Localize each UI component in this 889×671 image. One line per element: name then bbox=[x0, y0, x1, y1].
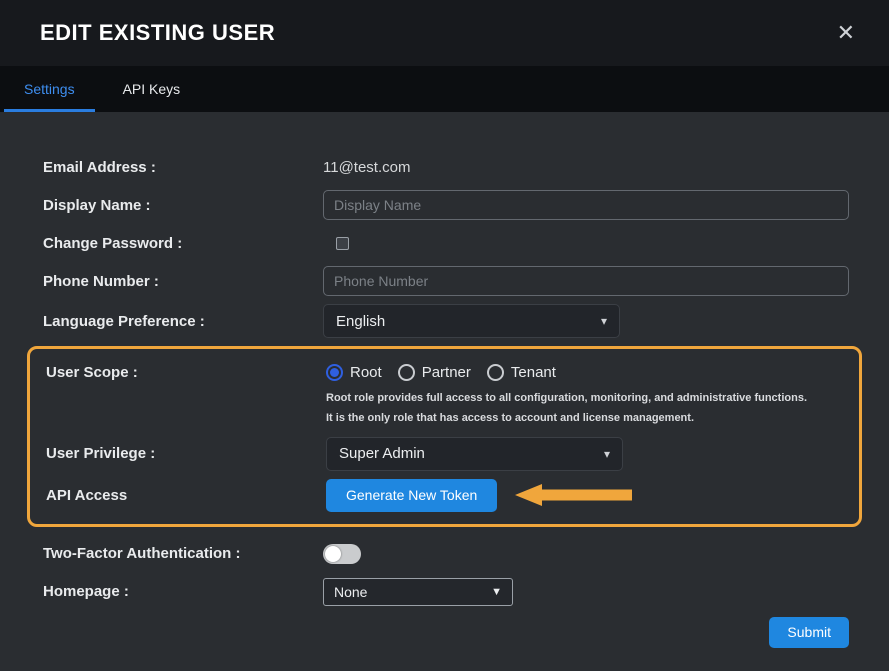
edit-user-modal: EDIT EXISTING USER ✕ Settings API Keys E… bbox=[0, 0, 889, 671]
select-arrow-icon: ▼ bbox=[491, 586, 502, 598]
api-access-label: API Access bbox=[46, 487, 326, 504]
annotation-arrow-icon bbox=[515, 481, 633, 509]
language-label: Language Preference : bbox=[43, 313, 323, 330]
tab-api-keys-label: API Keys bbox=[123, 81, 181, 97]
email-label: Email Address : bbox=[43, 159, 323, 176]
help-line-2: It is the only role that has access to a… bbox=[326, 408, 846, 428]
homepage-label: Homepage : bbox=[43, 583, 323, 600]
radio-icon bbox=[487, 364, 504, 381]
user-scope-row: User Scope : Root Partner Tenant bbox=[46, 359, 846, 385]
two-factor-toggle[interactable] bbox=[323, 544, 361, 564]
user-scope-label: User Scope : bbox=[46, 364, 326, 381]
user-privilege-value: Super Admin bbox=[339, 445, 425, 462]
display-name-input[interactable] bbox=[323, 190, 849, 220]
user-scope-radio-tenant[interactable]: Tenant bbox=[487, 364, 556, 381]
display-name-row: Display Name : bbox=[43, 190, 849, 220]
two-factor-label: Two-Factor Authentication : bbox=[43, 545, 323, 562]
close-icon[interactable]: ✕ bbox=[837, 22, 855, 44]
change-password-label: Change Password : bbox=[43, 235, 323, 252]
display-name-label: Display Name : bbox=[43, 197, 323, 214]
tab-bar: Settings API Keys bbox=[0, 66, 889, 112]
user-scope-highlight-box: User Scope : Root Partner Tenant bbox=[27, 346, 862, 527]
settings-form: Email Address : 11@test.com Display Name… bbox=[0, 112, 889, 648]
phone-row: Phone Number : bbox=[43, 266, 849, 296]
radio-icon bbox=[398, 364, 415, 381]
toggle-knob bbox=[325, 546, 341, 562]
user-privilege-label: User Privilege : bbox=[46, 445, 326, 462]
language-row: Language Preference : English ▾ bbox=[43, 304, 849, 338]
language-value: English bbox=[336, 313, 385, 330]
user-scope-radio-partner[interactable]: Partner bbox=[398, 364, 471, 381]
change-password-row: Change Password : bbox=[43, 228, 849, 258]
email-value: 11@test.com bbox=[323, 159, 410, 176]
tab-api-keys[interactable]: API Keys bbox=[99, 66, 205, 112]
tab-settings[interactable]: Settings bbox=[0, 66, 99, 112]
change-password-checkbox[interactable] bbox=[336, 237, 349, 250]
user-scope-radio-root[interactable]: Root bbox=[326, 364, 382, 381]
user-scope-radio-group: Root Partner Tenant bbox=[326, 364, 572, 381]
chevron-down-icon: ▾ bbox=[604, 447, 610, 461]
two-factor-row: Two-Factor Authentication : bbox=[43, 539, 849, 569]
user-privilege-dropdown[interactable]: Super Admin ▾ bbox=[326, 437, 623, 471]
user-privilege-row: User Privilege : Super Admin ▾ bbox=[46, 437, 846, 471]
modal-title: EDIT EXISTING USER bbox=[40, 20, 275, 46]
phone-input[interactable] bbox=[323, 266, 849, 296]
phone-label: Phone Number : bbox=[43, 273, 323, 290]
modal-header: EDIT EXISTING USER ✕ bbox=[0, 0, 889, 66]
generate-token-button[interactable]: Generate New Token bbox=[326, 479, 497, 512]
help-line-1: Root role provides full access to all co… bbox=[326, 388, 846, 408]
tab-settings-label: Settings bbox=[24, 81, 75, 97]
submit-button[interactable]: Submit bbox=[769, 617, 849, 648]
homepage-select[interactable]: None ▼ bbox=[323, 578, 513, 606]
email-row: Email Address : 11@test.com bbox=[43, 152, 849, 182]
user-scope-help-text: Root role provides full access to all co… bbox=[326, 388, 846, 429]
chevron-down-icon: ▾ bbox=[601, 314, 607, 328]
homepage-value: None bbox=[334, 584, 367, 600]
radio-icon bbox=[326, 364, 343, 381]
homepage-row: Homepage : None ▼ bbox=[43, 577, 849, 607]
api-access-row: API Access Generate New Token bbox=[46, 479, 846, 512]
modal-footer: Submit bbox=[43, 617, 849, 648]
language-dropdown[interactable]: English ▾ bbox=[323, 304, 620, 338]
